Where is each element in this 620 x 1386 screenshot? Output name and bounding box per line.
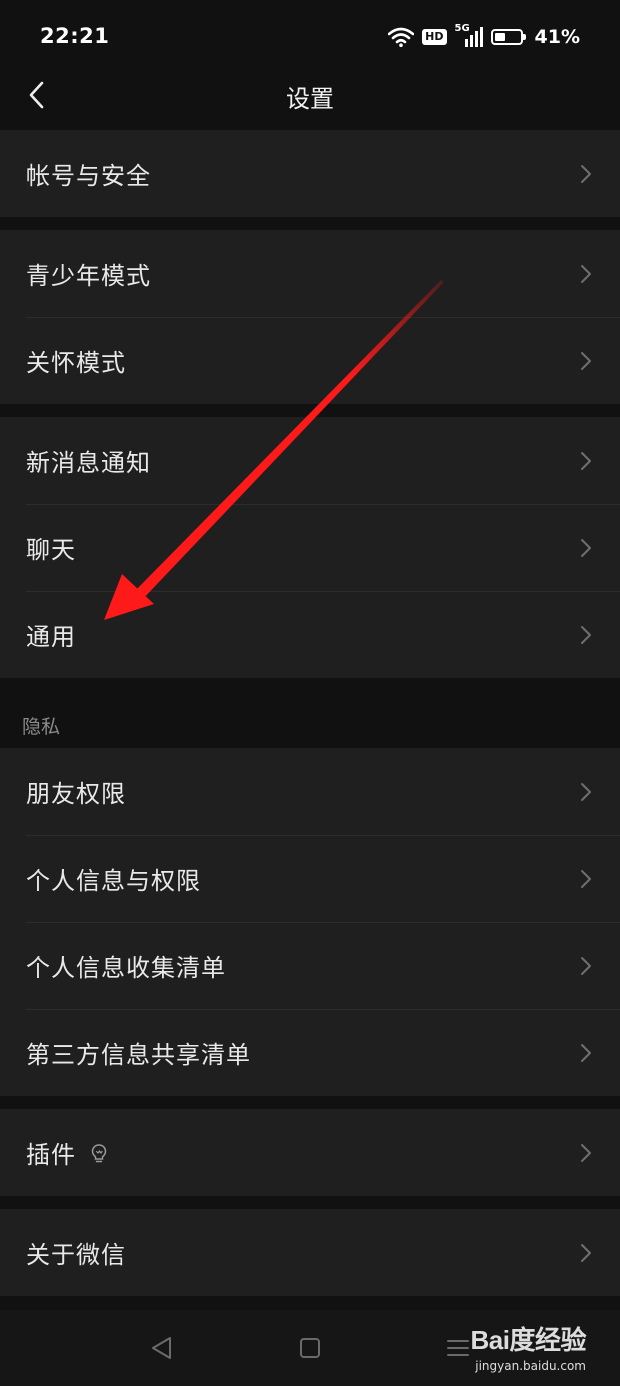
row-label: 关怀模式	[26, 349, 126, 377]
chevron-right-icon	[581, 782, 591, 801]
settings-group-plugins: 插件	[0, 1109, 620, 1196]
row-label: 新消息通知	[26, 449, 151, 477]
page-title: 设置	[286, 85, 334, 113]
chevron-right-icon	[581, 264, 591, 283]
settings-group-modes: 青少年模式 关怀模式	[0, 230, 620, 404]
chevron-right-icon	[581, 451, 591, 470]
row-teen-mode[interactable]: 青少年模式	[0, 230, 620, 317]
settings-group-privacy: 朋友权限 个人信息与权限 个人信息收集清单 第三方信息共享清单	[0, 748, 620, 1096]
row-label: 朋友权限	[26, 780, 126, 808]
nav-home-square-icon[interactable]	[296, 1334, 324, 1362]
hd-badge: HD	[422, 29, 447, 45]
row-label: 青少年模式	[26, 262, 151, 290]
chevron-right-icon	[581, 869, 591, 888]
row-plugins[interactable]: 插件	[0, 1109, 620, 1196]
nav-menu-icon[interactable]	[444, 1334, 472, 1362]
row-label: 插件	[26, 1141, 76, 1169]
battery-icon	[490, 29, 526, 45]
nav-bar: 设置	[0, 75, 620, 130]
nav-back-triangle-icon[interactable]	[148, 1334, 176, 1362]
network-type-label: 5G	[454, 23, 470, 34]
row-friend-permissions[interactable]: 朋友权限	[0, 748, 620, 835]
row-third-party-sharing-list[interactable]: 第三方信息共享清单	[0, 1009, 620, 1096]
watermark-url: jingyan.baidu.com	[475, 1359, 586, 1373]
settings-group-account: 帐号与安全	[0, 130, 620, 217]
row-label: 个人信息与权限	[26, 867, 201, 895]
row-about-wechat[interactable]: 关于微信	[0, 1209, 620, 1296]
network-signal: 5G	[455, 23, 483, 47]
row-care-mode[interactable]: 关怀模式	[0, 317, 620, 404]
section-label-privacy: 隐私	[22, 716, 61, 738]
status-time: 22:21	[40, 24, 110, 48]
row-label: 第三方信息共享清单	[26, 1041, 251, 1069]
chevron-right-icon	[581, 625, 591, 644]
chevron-right-icon	[581, 538, 591, 557]
watermark-brand: Bai度经验	[470, 1325, 587, 1355]
battery-fill	[494, 33, 505, 41]
row-chat[interactable]: 聊天	[0, 504, 620, 591]
row-label: 帐号与安全	[26, 162, 151, 190]
chevron-right-icon	[581, 956, 591, 975]
chevron-right-icon	[581, 1043, 591, 1062]
row-label: 个人信息收集清单	[26, 954, 226, 982]
row-account-security[interactable]: 帐号与安全	[0, 130, 620, 217]
baidu-jingyan-watermark: Bai度经验 jingyan.baidu.com	[470, 1320, 587, 1373]
row-label: 通用	[26, 623, 76, 651]
wifi-icon	[388, 27, 415, 47]
row-personal-info-permissions[interactable]: 个人信息与权限	[0, 835, 620, 922]
settings-group-about: 关于微信	[0, 1209, 620, 1296]
chevron-right-icon	[581, 1143, 591, 1162]
row-label: 关于微信	[26, 1241, 126, 1269]
status-bar: 22:21 HD 5G 41%	[0, 0, 620, 75]
row-label: 聊天	[26, 536, 76, 564]
battery-percent: 41%	[534, 26, 580, 48]
lightbulb-icon	[91, 1143, 107, 1162]
chevron-right-icon	[581, 1243, 591, 1262]
settings-group-general: 新消息通知 聊天 通用	[0, 417, 620, 678]
chevron-right-icon	[581, 351, 591, 370]
row-general[interactable]: 通用	[0, 591, 620, 678]
row-new-message-notification[interactable]: 新消息通知	[0, 417, 620, 504]
row-personal-info-collection-list[interactable]: 个人信息收集清单	[0, 922, 620, 1009]
status-icons: HD 5G 41%	[388, 22, 580, 52]
chevron-right-icon	[581, 164, 591, 183]
